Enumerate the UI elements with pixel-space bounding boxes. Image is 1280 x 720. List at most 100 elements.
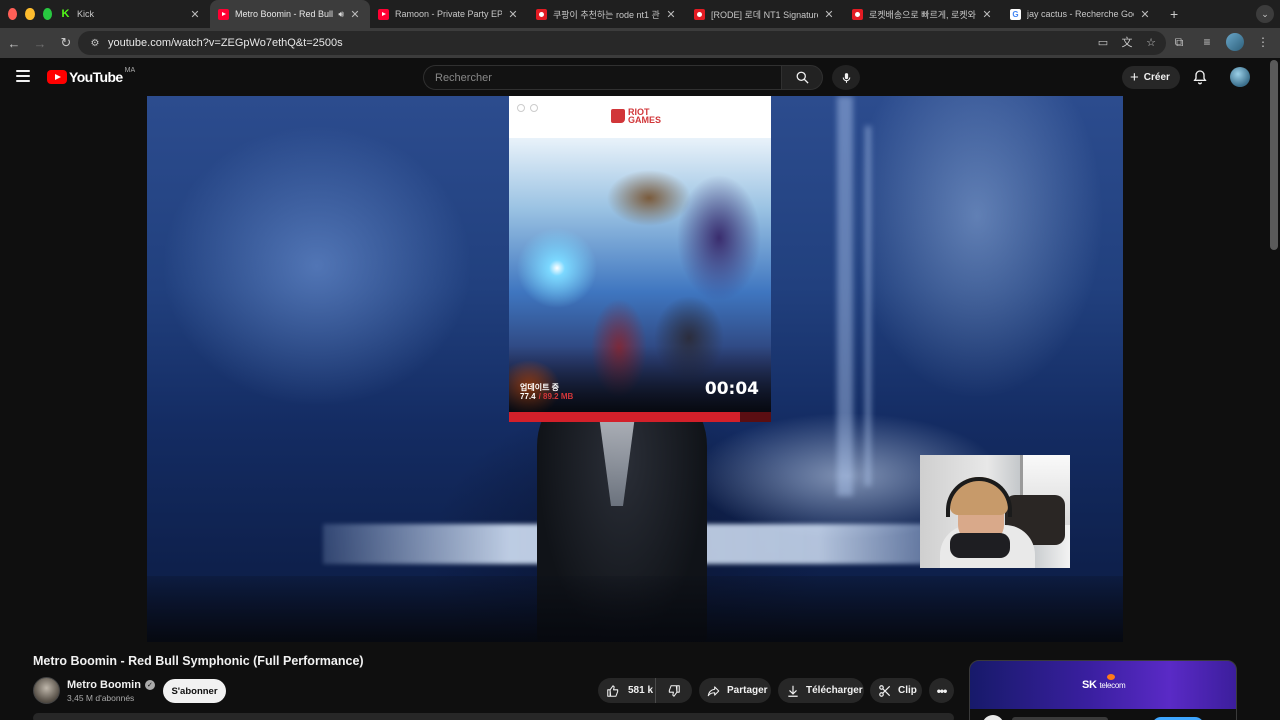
riot-logo-line2: GAMES xyxy=(628,115,662,125)
profile-avatar[interactable] xyxy=(1226,33,1244,51)
maximize-window-button[interactable] xyxy=(42,8,52,20)
translate-icon[interactable]: 文 xyxy=(1120,35,1134,49)
description-box[interactable] xyxy=(33,713,954,720)
media-controls-icon[interactable]: ≡ xyxy=(1198,33,1216,51)
thumbs-down-icon xyxy=(668,684,680,697)
close-tab-icon[interactable]: ✕ xyxy=(664,8,678,21)
channel-name[interactable]: Metro Boomin xyxy=(67,679,141,691)
subscribe-button[interactable]: S'abonner xyxy=(163,679,226,703)
clip-label: Clip xyxy=(898,685,917,696)
close-tab-icon[interactable]: ✕ xyxy=(980,8,994,21)
country-code: MA xyxy=(124,66,136,74)
riot-fist-icon xyxy=(611,109,625,123)
speaker-icon[interactable]: 🔊︎ xyxy=(338,9,344,20)
forward-arrow-icon[interactable]: → xyxy=(28,31,52,55)
browser-tab-strip: K Kick ✕ Metro Boomin - Red Bull S 🔊︎ ✕ … xyxy=(0,0,1280,28)
share-label: Partager xyxy=(727,685,768,696)
youtube-masthead: YouTube MA + Créer xyxy=(0,58,1280,96)
tab-title: Ramoon - Private Party EP.1 xyxy=(395,9,502,19)
dislike-button[interactable] xyxy=(656,678,691,703)
google-icon: G xyxy=(1010,8,1021,20)
tab-title: jay cactus - Recherche Goog xyxy=(1027,9,1134,19)
sidebar-ad-card[interactable]: SK telecom xyxy=(969,660,1237,720)
riot-games-logo: RIOT GAMES xyxy=(611,108,662,125)
close-tab-icon[interactable]: ✕ xyxy=(1138,8,1152,21)
browser-tab-coupang-1[interactable]: 쿠팡이 추천하는 rode nt1 관련 제 ✕ xyxy=(528,0,686,28)
tab-title: [RODE] 로데 NT1 Signature Se xyxy=(711,9,818,20)
address-bar[interactable]: ⚙︎ youtube.com/watch?v=ZEGpWo7ethQ&t=250… xyxy=(78,31,1166,55)
bookmark-star-icon[interactable]: ☆ xyxy=(1144,35,1158,49)
thumbs-up-icon xyxy=(607,684,619,697)
site-info-icon[interactable]: ⚙︎ xyxy=(84,38,106,49)
more-actions-button[interactable]: ••• xyxy=(929,678,954,703)
search-box xyxy=(423,65,781,90)
download-icon xyxy=(788,685,798,697)
close-tab-icon[interactable]: ✕ xyxy=(348,8,362,21)
scissors-icon xyxy=(879,684,891,697)
channel-name-row[interactable]: Metro Boomin ✓ xyxy=(67,679,155,691)
coupang-icon xyxy=(852,8,863,20)
browser-tab-kick[interactable]: K Kick ✕ xyxy=(52,0,210,28)
riot-updater-overlay: RIOT GAMES 업데이트 중 77.4/ 89.2 MB 00:04 xyxy=(509,96,771,422)
account-avatar[interactable] xyxy=(1230,67,1250,87)
share-arrow-icon xyxy=(707,685,720,696)
voice-search-button[interactable] xyxy=(832,65,860,90)
close-tab-icon[interactable]: ✕ xyxy=(822,8,836,21)
create-label: Créer xyxy=(1143,72,1170,83)
youtube-play-icon xyxy=(47,70,67,84)
close-tab-icon[interactable]: ✕ xyxy=(506,8,520,21)
close-window-button[interactable] xyxy=(8,8,18,20)
tab-title: 로켓배송으로 빠르게, 로켓와우 멤 xyxy=(869,9,976,20)
more-dots-icon: ••• xyxy=(936,683,948,698)
subscriber-count: 3,45 M d'abonnés xyxy=(67,693,135,703)
youtube-icon xyxy=(218,8,229,20)
youtube-icon xyxy=(378,8,389,20)
like-count: 581 k xyxy=(628,685,654,696)
update-progress-fill xyxy=(509,412,740,422)
browser-tab-google[interactable]: G jay cactus - Recherche Goog ✕ xyxy=(1002,0,1160,28)
create-button[interactable]: + Créer xyxy=(1122,66,1180,89)
verified-check-icon: ✓ xyxy=(144,680,155,690)
coupang-icon xyxy=(694,8,705,20)
url-text[interactable]: youtube.com/watch?v=ZEGpWo7ethQ&t=2500s xyxy=(108,37,343,49)
download-label: Télécharger xyxy=(806,685,863,696)
stage-light-beam xyxy=(865,126,871,486)
download-button[interactable]: Télécharger xyxy=(778,678,864,703)
microphone-icon xyxy=(842,72,850,83)
stage-console xyxy=(147,576,1123,642)
notifications-bell-icon[interactable] xyxy=(1192,69,1208,85)
kick-icon: K xyxy=(60,8,71,20)
cast-icon[interactable]: ▭ xyxy=(1096,35,1110,49)
browser-tab-metro-boomin[interactable]: Metro Boomin - Red Bull S 🔊︎ ✕ xyxy=(210,0,370,28)
channel-avatar[interactable] xyxy=(33,677,60,704)
browser-tab-coupang-2[interactable]: [RODE] 로데 NT1 Signature Se ✕ xyxy=(686,0,844,28)
browser-tab-coupang-3[interactable]: 로켓배송으로 빠르게, 로켓와우 멤 ✕ xyxy=(844,0,1002,28)
ad-brand: SK telecom xyxy=(1082,679,1126,691)
reload-icon[interactable]: ↻ xyxy=(54,31,78,55)
downloaded-amount: 77.4 xyxy=(520,392,536,401)
close-tab-icon[interactable]: ✕ xyxy=(188,8,202,21)
clip-button[interactable]: Clip xyxy=(870,678,922,703)
browser-menu-icon[interactable]: ⋮ xyxy=(1254,33,1272,51)
minimize-window-button[interactable] xyxy=(25,8,35,20)
search-button[interactable] xyxy=(781,65,823,90)
like-button[interactable]: 581 k xyxy=(598,678,656,703)
search-icon xyxy=(796,71,809,84)
page-scrollbar[interactable] xyxy=(1270,60,1278,250)
youtube-logo[interactable]: YouTube MA xyxy=(47,66,136,85)
search-input[interactable] xyxy=(424,66,781,89)
update-timer: 00:04 xyxy=(704,379,759,399)
menu-icon[interactable] xyxy=(16,70,30,82)
stage-light-beam xyxy=(837,96,853,496)
webcam-overlay xyxy=(920,455,1070,568)
extensions-icon[interactable]: ⧉ xyxy=(1170,33,1188,51)
headset xyxy=(946,477,1012,517)
share-button[interactable]: Partager xyxy=(699,678,771,703)
back-arrow-icon[interactable]: ← xyxy=(2,31,26,55)
browser-tab-ramoon[interactable]: Ramoon - Private Party EP.1 ✕ xyxy=(370,0,528,28)
ad-brand-suffix: telecom xyxy=(1099,681,1126,690)
new-tab-button[interactable]: + xyxy=(1160,6,1188,22)
video-title: Metro Boomin - Red Bull Symphonic (Full … xyxy=(33,654,364,668)
streamer-hands xyxy=(950,533,1010,558)
tab-search-chevron-icon[interactable]: ⌄ xyxy=(1256,5,1274,23)
